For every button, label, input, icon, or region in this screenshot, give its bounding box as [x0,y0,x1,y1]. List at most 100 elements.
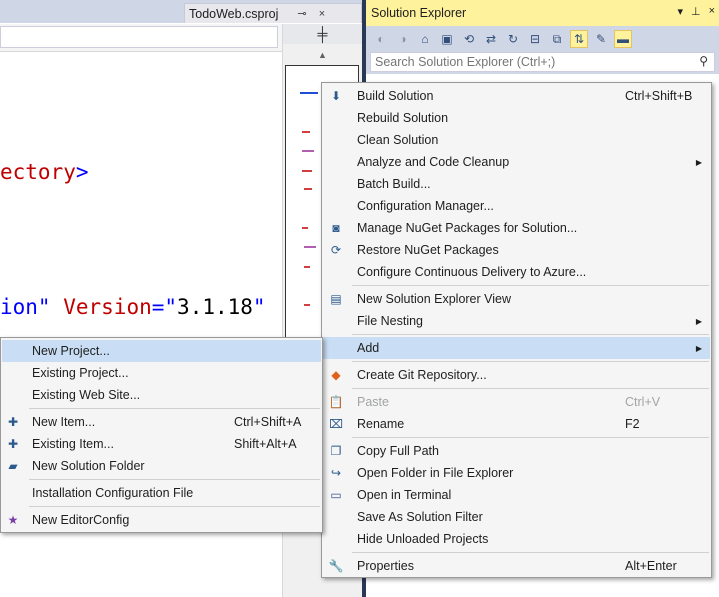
member-dropdown[interactable] [0,26,278,48]
new-item-icon: ✚ [7,415,19,429]
menu-item-existing-project[interactable]: Existing Project... [2,362,321,384]
collapse-all-icon[interactable]: ⊟ [526,30,544,48]
menu-item-label: Hide Unloaded Projects [357,532,489,546]
code-token: Version [63,295,152,319]
rename-icon: ⌧ [329,417,343,431]
menu-item-shortcut: F2 [625,417,640,431]
preview-icon[interactable]: ▬ [614,30,632,48]
menu-item-label: Manage NuGet Packages for Solution... [357,221,578,235]
auto-hide-pin-icon[interactable]: ⊥ [691,5,701,18]
code-token: ectory [0,160,76,184]
existing-item-icon: ✚ [7,437,19,451]
menu-item-label: Copy Full Path [357,444,439,458]
editorconfig-icon: ★ [7,513,19,527]
menu-item-label: Save As Solution Filter [357,510,483,524]
home-icon[interactable]: ⌂ [416,30,434,48]
split-window-icon[interactable]: ╪ [283,24,362,44]
menu-separator [29,408,320,409]
forward-icon[interactable]: ◑ [394,30,412,48]
menu-item-label: Restore NuGet Packages [357,243,499,257]
code-line: ion" Version="3.1.18" [0,295,266,319]
close-icon[interactable]: × [315,7,329,21]
code-token: 3.1.18 [177,295,253,319]
track-active-icon[interactable]: ⇅ [570,30,588,48]
solution-explorer-toolbar: ◐ ◑ ⌂ ▣ ⟲ ⇄ ↻ ⊟ ⧉ ⇅ ✎ ▬ [366,26,719,52]
menu-item-paste[interactable]: 📋 Paste Ctrl+V [323,391,710,413]
menu-item-configuration-manager[interactable]: Configuration Manager... [323,195,710,217]
menu-item-batch-build[interactable]: Batch Build... [323,173,710,195]
menu-item-hide-unloaded-projects[interactable]: Hide Unloaded Projects [323,528,710,550]
solution-folder-icon: ▰ [8,459,18,473]
map-marker [304,304,310,306]
menu-item-new-editorconfig[interactable]: ★ New EditorConfig [2,509,321,531]
menu-item-label: Configure Continuous Delivery to Azure..… [357,265,587,279]
menu-item-label: New EditorConfig [32,513,130,527]
close-panel-icon[interactable]: × [709,5,715,18]
map-marker [302,170,312,172]
menu-item-new-solution-folder[interactable]: ▰ New Solution Folder [2,455,321,477]
solution-context-menu: ⬇ Build Solution Ctrl+Shift+B Rebuild Solut… [321,82,712,578]
scroll-up-arrow-icon[interactable]: ▲ [283,45,362,65]
sync-icon[interactable]: ⇄ [482,30,500,48]
menu-item-clean-solution[interactable]: Clean Solution [323,129,710,151]
menu-item-restore-nuget-packages[interactable]: ⟳ Restore NuGet Packages [323,239,710,261]
menu-item-label: New Project... [32,344,110,358]
menu-separator [352,552,709,553]
code-token: " [252,295,266,319]
menu-item-existing-item[interactable]: ✚ Existing Item... Shift+Alt+A [2,433,321,455]
menu-item-label: Existing Web Site... [32,388,141,402]
solution-explorer-search[interactable]: ⚲ [370,52,715,72]
wrench-icon: 🔧 [328,559,344,573]
solution-explorer-title-bar[interactable]: Solution Explorer ▾ ⊥ × [366,0,719,26]
code-token: =" [151,295,178,319]
menu-item-label: Existing Item... [32,437,114,451]
window-position-dropdown-icon[interactable]: ▾ [677,5,683,18]
menu-item-open-in-terminal[interactable]: ▭ Open in Terminal [323,484,710,506]
copy-path-icon: ❐ [330,444,342,458]
menu-item-copy-full-path[interactable]: ❐ Copy Full Path [323,440,710,462]
search-input[interactable] [375,55,675,69]
menu-item-new-solution-explorer-view[interactable]: ▤ New Solution Explorer View [323,288,710,310]
switch-views-icon[interactable]: ▣ [438,30,456,48]
new-view-icon: ▤ [330,292,342,306]
menu-item-save-as-solution-filter[interactable]: Save As Solution Filter [323,506,710,528]
document-tab[interactable]: TodoWeb.csproj ⊸ × [184,3,362,23]
menu-item-open-folder-in-file-explorer[interactable]: ↪ Open Folder in File Explorer [323,462,710,484]
back-icon[interactable]: ◐ [372,30,390,48]
document-tab-label: TodoWeb.csproj [189,6,279,21]
menu-item-create-git-repository[interactable]: ◆ Create Git Repository... [323,364,710,386]
menu-item-configure-continuous-delivery-to-azure[interactable]: Configure Continuous Delivery to Azure..… [323,261,710,283]
menu-item-file-nesting[interactable]: File Nesting ▶ [323,310,710,332]
menu-item-label: Open Folder in File Explorer [357,466,514,480]
show-all-files-icon[interactable]: ⧉ [548,30,566,48]
menu-separator [29,479,320,480]
menu-item-manage-nuget-packages-for-solution[interactable]: ◙ Manage NuGet Packages for Solution... [323,217,710,239]
search-icon[interactable]: ⚲ [699,54,708,68]
restore-icon: ⟳ [330,243,342,257]
menu-separator [352,361,709,362]
pending-changes-icon[interactable]: ⟲ [460,30,478,48]
properties-wrench-icon[interactable]: ✎ [592,30,610,48]
map-marker [304,246,316,248]
menu-item-rebuild-solution[interactable]: Rebuild Solution [323,107,710,129]
menu-item-analyze-and-code-cleanup[interactable]: Analyze and Code Cleanup ▶ [323,151,710,173]
menu-item-rename[interactable]: ⌧ Rename F2 [323,413,710,435]
menu-item-label: Paste [357,395,389,409]
navigation-bar [0,24,282,52]
code-line: ectory> [0,160,89,184]
menu-item-existing-web-site[interactable]: Existing Web Site... [2,384,321,406]
refresh-icon[interactable]: ↻ [504,30,522,48]
menu-item-label: New Item... [32,415,96,429]
menu-item-shortcut: Alt+Enter [625,559,677,573]
menu-item-new-item[interactable]: ✚ New Item... Ctrl+Shift+A [2,411,321,433]
submenu-arrow-icon: ▶ [695,343,702,353]
menu-item-shortcut: Ctrl+Shift+B [625,89,693,103]
menu-item-build-solution[interactable]: ⬇ Build Solution Ctrl+Shift+B [323,85,710,107]
map-marker [304,188,312,190]
pin-icon[interactable]: ⊸ [295,7,309,21]
menu-item-add[interactable]: Add ▶ [323,337,710,359]
menu-item-new-project[interactable]: New Project... [2,340,321,362]
menu-item-label: Clean Solution [357,133,439,147]
menu-item-installation-configuration-file[interactable]: Installation Configuration File [2,482,321,504]
menu-item-properties[interactable]: 🔧 Properties Alt+Enter [323,555,710,577]
